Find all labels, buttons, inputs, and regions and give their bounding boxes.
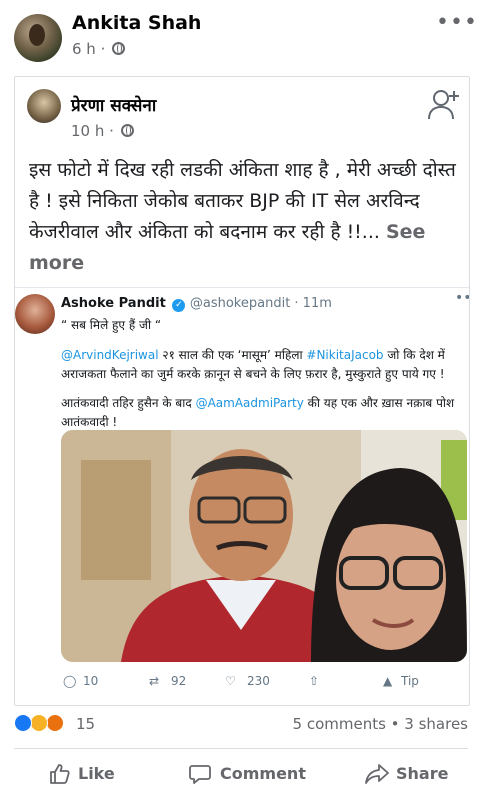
share-button[interactable]: Share [364, 764, 449, 784]
tweet-handle: @ashokepandit · 11m [189, 296, 332, 311]
shared-post-meta: 10 h · [71, 122, 134, 140]
author-name[interactable]: Ankita Shah [72, 12, 201, 34]
tweet-actions: ◯ 10 ⇄ 92 ♡ 230 ⇧ ▲ Tip [61, 674, 467, 694]
post-header: Ankita Shah 6 h · ••• [0, 0, 482, 72]
shared-author-avatar[interactable] [27, 89, 61, 123]
angry-reaction-icon[interactable] [46, 714, 64, 732]
reaction-stats: 15 5 comments • 3 shares [0, 712, 482, 740]
tweet-paragraph-2: आतंकवादी तहिर हुसैन के बाद @AamAadmiPart… [61, 394, 467, 432]
share-label: Share [396, 764, 449, 783]
photo-illustration [61, 430, 467, 662]
reactions-count[interactable]: 15 [76, 715, 95, 733]
comment-label: Comment [220, 764, 306, 783]
shared-post-text: इस फोटो में दिख रही लडकी अंकिता शाह है ,… [29, 155, 465, 279]
tweet-hashtag: #NikitaJacob [306, 348, 384, 362]
post-time[interactable]: 6 h · [72, 40, 105, 58]
tweet-mention: @AamAadmiParty [195, 396, 304, 410]
like-label: Like [78, 764, 115, 783]
retweet-icon: ⇄ [149, 674, 160, 688]
tip-label: Tip [401, 674, 419, 688]
haha-reaction-icon[interactable] [30, 714, 48, 732]
tweet-text: २१ साल की एक ‘मासूम’ महिला [158, 348, 307, 362]
like-thumb-icon [50, 764, 70, 784]
tweet-avatar [15, 294, 55, 334]
tweet-paragraph-1: @ArvindKejriwal २१ साल की एक ‘मासूम’ महि… [61, 346, 467, 384]
tip-icon: ▲ [383, 674, 393, 688]
tweet-text: आतंकवादी तहिर हुसैन के बाद [61, 396, 196, 410]
reply-count: 10 [83, 674, 99, 688]
post-meta: 6 h · [72, 40, 126, 58]
share-arrow-icon [365, 764, 389, 784]
tweet-photo [61, 430, 467, 662]
verified-badge-icon: ✓ [172, 299, 186, 312]
tweet-author: Ashoke Pandit ✓ @ashokepandit · 11m [61, 296, 332, 312]
comments-shares-count[interactable]: 5 comments • 3 shares [293, 715, 468, 733]
tweet-mention: @ArvindKejriwal [61, 348, 159, 362]
divider [14, 748, 468, 749]
tweet-quote: “ सब मिले हुए हैं जी “ [61, 318, 162, 332]
like-heart-icon: ♡ [225, 674, 236, 688]
globe-icon [120, 124, 134, 137]
shared-post-time[interactable]: 10 h · [71, 122, 114, 140]
like-reaction-icon[interactable] [14, 714, 32, 732]
shared-author-name[interactable]: प्रेरणा सक्सेना [71, 93, 156, 116]
share-upload-icon: ⇧ [309, 674, 320, 688]
post-action-bar: Like Comment Share [0, 756, 482, 796]
reply-icon: ◯ [63, 674, 77, 688]
author-avatar[interactable] [14, 14, 62, 62]
globe-icon [112, 42, 126, 55]
tweet-more-icon: ••• [455, 290, 469, 306]
more-options-icon[interactable]: ••• [436, 10, 478, 35]
shared-post: प्रेरणा सक्सेना 10 h · इस फोटो में दिख र… [14, 76, 470, 706]
tweet-body: @ArvindKejriwal २१ साल की एक ‘मासूम’ महि… [61, 346, 467, 442]
tweet-screenshot[interactable]: Ashoke Pandit ✓ @ashokepandit · 11m ••• … [15, 287, 469, 705]
retweet-count: 92 [171, 674, 187, 688]
comment-button[interactable]: Comment [188, 764, 306, 784]
comment-bubble-icon [189, 765, 211, 784]
like-count: 230 [247, 674, 270, 688]
like-button[interactable]: Like [48, 764, 115, 784]
tweet-author-name: Ashoke Pandit [61, 296, 166, 311]
add-friend-icon[interactable] [427, 87, 461, 121]
